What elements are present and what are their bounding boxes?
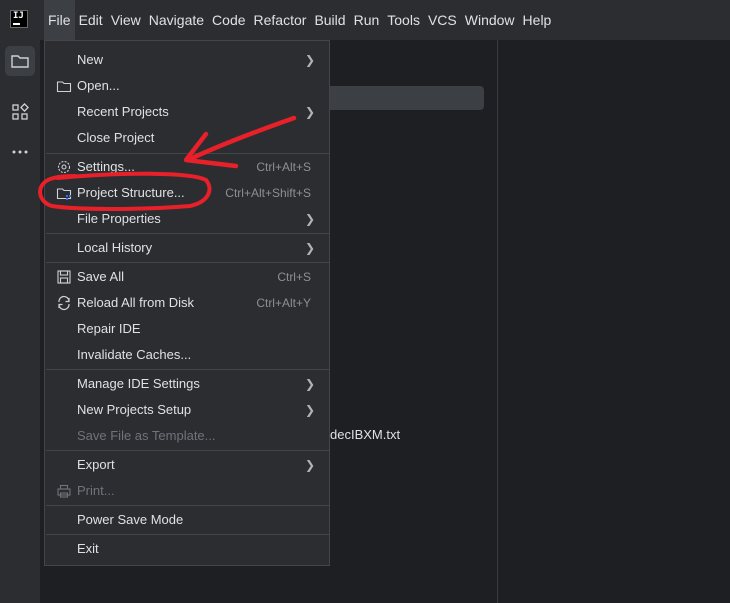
intellij-logo: IJ: [10, 10, 28, 28]
more-icon: [12, 150, 28, 154]
menu-separator: [46, 262, 330, 263]
menu-item-local-history[interactable]: Local History ❯: [45, 235, 329, 261]
menu-run[interactable]: Run: [350, 0, 384, 40]
save-icon: [57, 270, 71, 284]
menu-item-reload-all[interactable]: Reload All from Disk Ctrl+Alt+Y: [45, 290, 329, 316]
menu-item-new-projects-setup[interactable]: New Projects Setup ❯: [45, 397, 329, 423]
print-icon: [57, 484, 71, 498]
menu-item-manage-ide-settings[interactable]: Manage IDE Settings ❯: [45, 371, 329, 397]
folder-icon: [11, 55, 29, 68]
chevron-right-icon: ❯: [304, 212, 315, 226]
structure-icon: [12, 103, 29, 120]
menu-edit[interactable]: Edit: [75, 0, 107, 40]
background-file-name: decIBXM.txt: [330, 427, 401, 442]
menu-bar: File Edit View Navigate Code Refactor Bu…: [44, 0, 555, 40]
gear-icon: [57, 160, 71, 174]
menu-item-invalidate-caches[interactable]: Invalidate Caches...: [45, 342, 329, 368]
project-structure-icon: [56, 188, 72, 200]
menu-item-open[interactable]: Open...: [45, 73, 329, 99]
panel-divider[interactable]: [497, 40, 498, 603]
chevron-right-icon: ❯: [304, 105, 315, 119]
menu-item-new[interactable]: New ❯: [45, 47, 329, 73]
reload-icon: [58, 295, 70, 311]
menu-item-save-all[interactable]: Save All Ctrl+S: [45, 264, 329, 290]
more-tools-button[interactable]: [5, 137, 35, 167]
menu-separator: [46, 233, 330, 234]
menu-separator: [46, 505, 330, 506]
menu-file[interactable]: File: [44, 0, 75, 40]
structure-tool-button[interactable]: [5, 97, 35, 127]
chevron-right-icon: ❯: [304, 458, 315, 472]
menu-item-settings[interactable]: Settings... Ctrl+Alt+S: [45, 154, 329, 180]
menu-separator: [46, 450, 330, 451]
title-bar: IJ File Edit View Navigate Code Refactor…: [0, 0, 730, 40]
chevron-right-icon: ❯: [304, 53, 315, 67]
menu-item-close-project[interactable]: Close Project: [45, 125, 329, 151]
chevron-right-icon: ❯: [304, 403, 315, 417]
menu-item-exit[interactable]: Exit: [45, 536, 329, 562]
menu-item-file-properties[interactable]: File Properties ❯: [45, 206, 329, 232]
menu-item-export[interactable]: Export ❯: [45, 452, 329, 478]
menu-build[interactable]: Build: [310, 0, 349, 40]
folder-icon: [56, 81, 72, 93]
menu-vcs[interactable]: VCS: [424, 0, 461, 40]
menu-window[interactable]: Window: [461, 0, 519, 40]
menu-code[interactable]: Code: [208, 0, 249, 40]
menu-item-power-save-mode[interactable]: Power Save Mode: [45, 507, 329, 533]
menu-item-repair-ide[interactable]: Repair IDE: [45, 316, 329, 342]
menu-item-save-as-template: Save File as Template...: [77, 428, 216, 443]
menu-item-recent-projects[interactable]: Recent Projects ❯: [45, 99, 329, 125]
menu-view[interactable]: View: [107, 0, 145, 40]
menu-refactor[interactable]: Refactor: [250, 0, 311, 40]
file-menu-dropdown: New ❯ Open... Recent Projects ❯ Close Proj…: [44, 40, 330, 566]
menu-tools[interactable]: Tools: [383, 0, 424, 40]
background-search-bar: [320, 86, 484, 110]
menu-item-project-structure[interactable]: Project Structure... Ctrl+Alt+Shift+S: [45, 180, 329, 206]
menu-item-print: Print...: [45, 478, 329, 504]
chevron-right-icon: ❯: [304, 377, 315, 391]
menu-separator: [46, 534, 330, 535]
menu-navigate[interactable]: Navigate: [145, 0, 208, 40]
chevron-right-icon: ❯: [304, 241, 315, 255]
project-tool-button[interactable]: [5, 46, 35, 76]
tool-window-bar: [0, 40, 41, 603]
menu-separator: [46, 369, 330, 370]
menu-help[interactable]: Help: [519, 0, 556, 40]
